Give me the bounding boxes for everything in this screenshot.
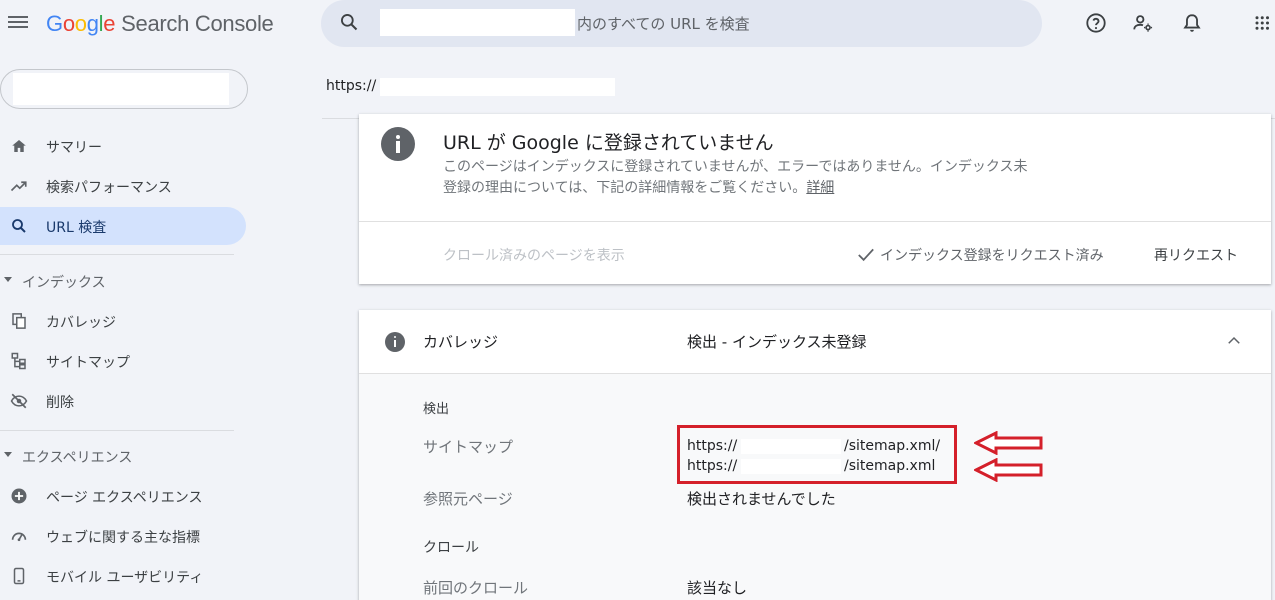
- property-selector[interactable]: [0, 69, 248, 109]
- info-icon: [385, 332, 405, 352]
- coverage-label: カバレッジ: [423, 333, 499, 351]
- copy-icon: [12, 313, 26, 329]
- info-icon: [381, 127, 415, 161]
- help-icon[interactable]: [1085, 12, 1107, 38]
- home-icon: [12, 140, 26, 152]
- user-settings-icon[interactable]: [1132, 12, 1154, 38]
- sitemaps-label: サイトマップ: [423, 438, 514, 456]
- highlight-box: [677, 425, 957, 484]
- indexing-requested-status: インデックス登録をリクエスト済み: [856, 245, 1104, 265]
- top-app-bar: Google Search Console 内のすべての URL を検査: [0, 0, 1275, 50]
- chevron-up-icon[interactable]: [1225, 332, 1243, 350]
- inspected-url: https://: [326, 78, 377, 94]
- index-status-description: このページはインデックスに登録されていませんが、エラーではありません。インデック…: [443, 159, 1028, 196]
- sidebar-item-core-web-vitals[interactable]: ウェブに関する主な指標: [0, 517, 246, 555]
- redacted-property-name: [380, 9, 575, 36]
- sidebar-section-index[interactable]: インデックス: [0, 266, 240, 296]
- product-name: Search Console: [121, 11, 274, 36]
- caret-down-icon: [4, 452, 12, 457]
- view-crawled-page-button[interactable]: クロール済みのページを表示: [443, 245, 625, 265]
- caret-down-icon: [4, 277, 12, 282]
- details-link[interactable]: 詳細: [806, 180, 834, 196]
- index-status-title: URL が Google に登録されていません: [443, 132, 774, 154]
- re-request-button[interactable]: 再リクエスト: [1154, 245, 1238, 265]
- discovery-heading: 検出: [423, 402, 450, 417]
- coverage-details: 検出 サイトマップ https:// /sitemap.xml/ https:/…: [359, 374, 1271, 600]
- phone-icon: [13, 567, 25, 585]
- sitemap-icon: [11, 352, 26, 370]
- sidebar-item-sitemaps[interactable]: サイトマップ: [0, 342, 246, 380]
- sidebar-item-summary[interactable]: サマリー: [0, 127, 246, 165]
- url-inspection-search[interactable]: 内のすべての URL を検査: [321, 0, 1042, 47]
- plus-circle-icon: [11, 488, 27, 504]
- redacted-property: [13, 73, 229, 105]
- menu-icon[interactable]: [8, 13, 28, 33]
- crawl-heading: クロール: [423, 540, 479, 556]
- gauge-icon: [11, 532, 27, 542]
- sidebar-item-page-experience[interactable]: ページ エクスペリエンス: [0, 477, 246, 515]
- search-icon: [12, 219, 26, 233]
- referring-page-label: 参照元ページ: [423, 490, 513, 508]
- sidebar-divider: [0, 430, 234, 431]
- apps-grid-icon[interactable]: [1254, 12, 1272, 38]
- sidebar-item-url-inspection[interactable]: URL 検査: [0, 207, 246, 245]
- search-icon[interactable]: [339, 12, 359, 32]
- sidebar-divider: [0, 254, 234, 255]
- sidebar-item-removals[interactable]: 削除: [0, 382, 246, 420]
- left-arrow-icon: [974, 458, 1043, 482]
- sidebar-item-mobile-usability[interactable]: モバイル ユーザビリティ: [0, 557, 246, 595]
- left-arrow-icon: [974, 431, 1043, 455]
- check-icon: [858, 248, 874, 262]
- google-search-console-logo[interactable]: Google Search Console: [46, 11, 274, 37]
- notifications-bell-icon[interactable]: [1181, 12, 1203, 38]
- last-crawl-label: 前回のクロール: [423, 579, 529, 597]
- referring-page-value: 検出されませんでした: [687, 490, 836, 508]
- redacted-url: [380, 78, 615, 96]
- search-input[interactable]: 内のすべての URL を検査: [577, 13, 750, 34]
- sidebar-section-experience[interactable]: エクスペリエンス: [0, 441, 240, 471]
- last-crawl-value: 該当なし: [687, 579, 748, 597]
- coverage-header[interactable]: カバレッジ 検出 - インデックス未登録: [359, 310, 1271, 374]
- coverage-value: 検出 - インデックス未登録: [687, 333, 867, 351]
- trending-up-icon: [10, 181, 27, 192]
- index-status-card: URL が Google に登録されていません このページはインデックスに登録さ…: [359, 114, 1271, 284]
- eye-off-icon: [10, 393, 28, 409]
- card-divider: [359, 221, 1271, 222]
- sidebar-item-search-performance[interactable]: 検索パフォーマンス: [0, 167, 246, 205]
- sidebar-item-coverage[interactable]: カバレッジ: [0, 302, 246, 340]
